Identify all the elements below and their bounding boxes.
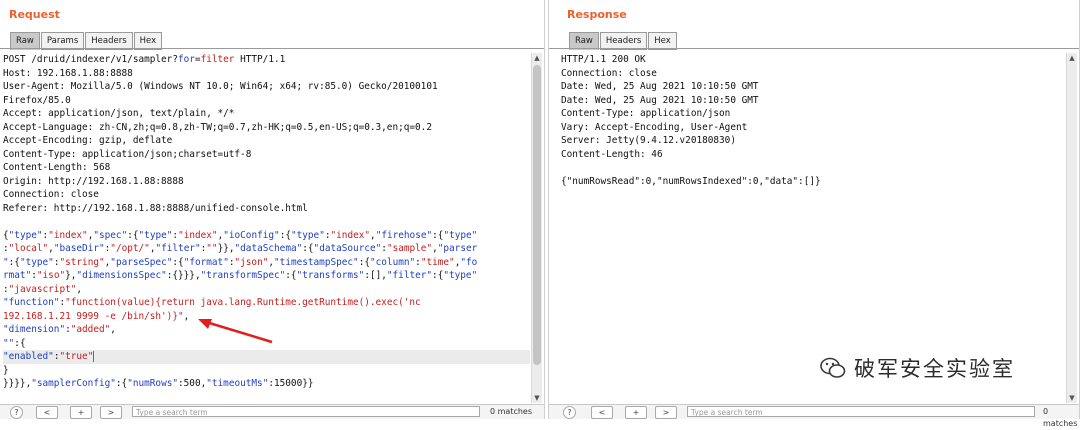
prev-match-button[interactable]: <: [591, 406, 613, 419]
response-line: Server: Jetty(9.4.12.v20180830): [561, 135, 736, 146]
request-header-line: Referer: http://192.168.1.88:8888/unifie…: [3, 202, 308, 214]
match-count: 0 matches: [1043, 407, 1078, 428]
request-body-line: :"local","baseDir":"/opt/","filter":""}}…: [3, 243, 478, 254]
request-body-line: ":{"type":"string","parseSpec":{"format"…: [3, 256, 478, 268]
response-line: Vary: Accept-Encoding, User-Agent: [561, 121, 748, 133]
wechat-logo-icon: [820, 357, 846, 378]
request-header-line: POST /druid/indexer/v1/sampler?for=filte…: [3, 54, 286, 65]
text-cursor: [93, 351, 95, 362]
response-search-bar: ? < + > Type a search term 0 matches: [549, 404, 1079, 428]
response-line: Connection: close: [561, 67, 657, 79]
request-scrollbar[interactable]: ▲ ▼: [531, 53, 542, 403]
tab-divider: [549, 48, 1079, 49]
request-header-line: Firefox/85.0: [3, 94, 71, 106]
request-header-line: Origin: http://192.168.1.88:8888: [3, 175, 184, 187]
request-body-line: "function":"function(value){return java.…: [3, 297, 421, 308]
help-icon[interactable]: ?: [563, 406, 576, 419]
response-line: Date: Wed, 25 Aug 2021 10:10:50 GMT: [561, 81, 759, 92]
add-button[interactable]: +: [70, 406, 92, 419]
scroll-up-icon[interactable]: ▲: [532, 53, 542, 63]
request-body-line: :"javascript",: [3, 283, 83, 295]
request-header-line: Accept: application/json, text/plain, */…: [3, 108, 235, 119]
response-line: [561, 161, 1065, 175]
request-header-line: Content-Length: 568: [3, 162, 111, 173]
tab-divider: [0, 48, 544, 49]
watermark-text: 破军安全实验室: [854, 357, 1015, 381]
request-search-bar: ? < + > Type a search term 0 matches: [0, 404, 544, 419]
scrollbar-thumb[interactable]: [533, 65, 541, 365]
request-body-line: {"type":"index","spec":{"type":"index","…: [3, 229, 478, 241]
response-line: {"numRowsRead":0,"numRowsIndexed":0,"dat…: [561, 175, 821, 187]
request-editor[interactable]: POST /druid/indexer/v1/sampler?for=filte…: [3, 53, 530, 403]
next-match-button[interactable]: >: [655, 406, 677, 419]
scroll-down-icon[interactable]: ▼: [532, 393, 542, 403]
scroll-up-icon[interactable]: ▲: [1067, 53, 1077, 63]
response-editor[interactable]: HTTP/1.1 200 OK Connection: close Date: We…: [561, 53, 1065, 403]
next-match-button[interactable]: >: [100, 406, 122, 419]
request-title: Request: [9, 8, 60, 21]
add-button[interactable]: +: [625, 406, 647, 419]
request-header-line: User-Agent: Mozilla/5.0 (Windows NT 10.0…: [3, 81, 438, 92]
request-header-line: Accept-Encoding: gzip, deflate: [3, 135, 173, 146]
request-body-line: "enabled":"true": [3, 350, 530, 364]
request-pane: Request Raw Params Headers Hex POST /dru…: [0, 0, 545, 419]
search-input[interactable]: Type a search term: [132, 406, 480, 417]
scroll-down-icon[interactable]: ▼: [1067, 393, 1077, 403]
request-header-line: Accept-Language: zh-CN,zh;q=0.8,zh-TW;q=…: [3, 121, 432, 133]
request-header-line: Host: 192.168.1.88:8888: [3, 67, 133, 79]
response-line: Content-Type: application/json: [561, 108, 731, 119]
annotation-arrow-icon: [198, 319, 273, 344]
request-header-line: Connection: close: [3, 189, 99, 200]
response-title: Response: [567, 8, 627, 21]
match-count: 0 matches: [490, 407, 533, 416]
request-body-line: }: [3, 364, 9, 376]
help-icon[interactable]: ?: [10, 406, 23, 419]
watermark: 破军安全实验室: [820, 353, 1015, 383]
response-scrollbar[interactable]: ▲ ▼: [1066, 53, 1077, 403]
response-line: HTTP/1.1 200 OK: [561, 54, 646, 65]
prev-match-button[interactable]: <: [36, 406, 58, 419]
response-line: Date: Wed, 25 Aug 2021 10:10:50 GMT: [561, 94, 759, 106]
request-header-line: Content-Type: application/json;charset=u…: [3, 148, 252, 160]
response-line: Content-Length: 46: [561, 148, 663, 160]
search-input[interactable]: Type a search term: [687, 406, 1035, 417]
request-body-line: rmat":"iso"},"dimensionsSpec":{}}},"tran…: [3, 270, 478, 281]
request-body-line: }}}},"samplerConfig":{"numRows":500,"tim…: [3, 378, 314, 389]
